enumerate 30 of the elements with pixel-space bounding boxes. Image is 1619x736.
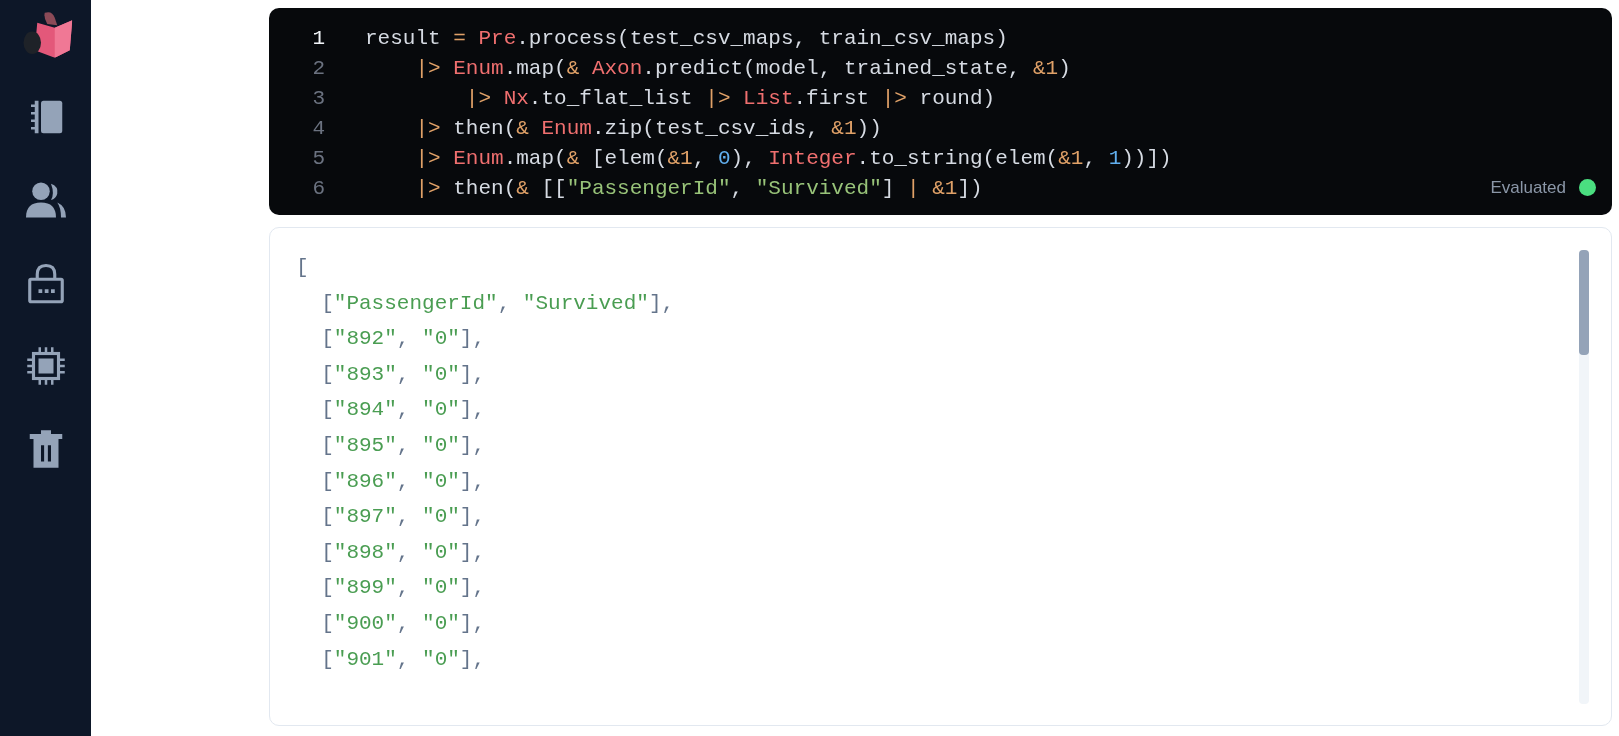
output-line: ["894", "0"],	[320, 397, 486, 424]
line-number: 3	[311, 86, 325, 113]
output-line: ["899", "0"],	[320, 575, 486, 602]
chip-icon[interactable]	[25, 346, 66, 386]
line-number: 1	[311, 26, 325, 53]
code-line: result = Pre.process(test_csv_maps, train_csv_maps)	[365, 26, 1008, 53]
lock-icon[interactable]	[25, 261, 66, 305]
output-line: ["900", "0"],	[320, 610, 486, 637]
output-line: ["892", "0"],	[320, 326, 486, 353]
output-line: [	[296, 255, 309, 281]
output-line: ["901", "0"],	[320, 646, 486, 673]
code-line: |> Nx.to_flat_list |> List.first |> round)	[464, 86, 996, 113]
output-line: ["895", "0"],	[320, 432, 486, 459]
output-line: ["898", "0"],	[320, 539, 486, 566]
line-number: 2	[311, 56, 325, 83]
code-line: |> then(& Enum.zip(test_csv_ids, &1))	[414, 116, 882, 143]
code-cell[interactable]	[269, 8, 1612, 215]
output-line: ["PassengerId", "Survived"],	[320, 290, 675, 317]
users-icon[interactable]	[24, 180, 67, 220]
line-number: 5	[311, 146, 325, 173]
code-line: |> then(& [["PassengerId", "Survived"] | &1])	[414, 176, 983, 203]
code-line: |> Enum.map(& Axon.predict(model, trained_state, &1)	[414, 56, 1071, 83]
scrollbar-thumb[interactable]	[1579, 250, 1589, 355]
output-line: ["897", "0"],	[320, 504, 486, 531]
output-line: ["893", "0"],	[320, 361, 486, 388]
line-number: 4	[311, 116, 325, 143]
output-line: ["896", "0"],	[320, 468, 486, 495]
line-number: 6	[311, 176, 325, 203]
status-label: Evaluated	[1490, 176, 1566, 199]
code-line: |> Enum.map(& [elem(&1, 0), Integer.to_string(elem(&1, 1))])	[414, 146, 1172, 173]
